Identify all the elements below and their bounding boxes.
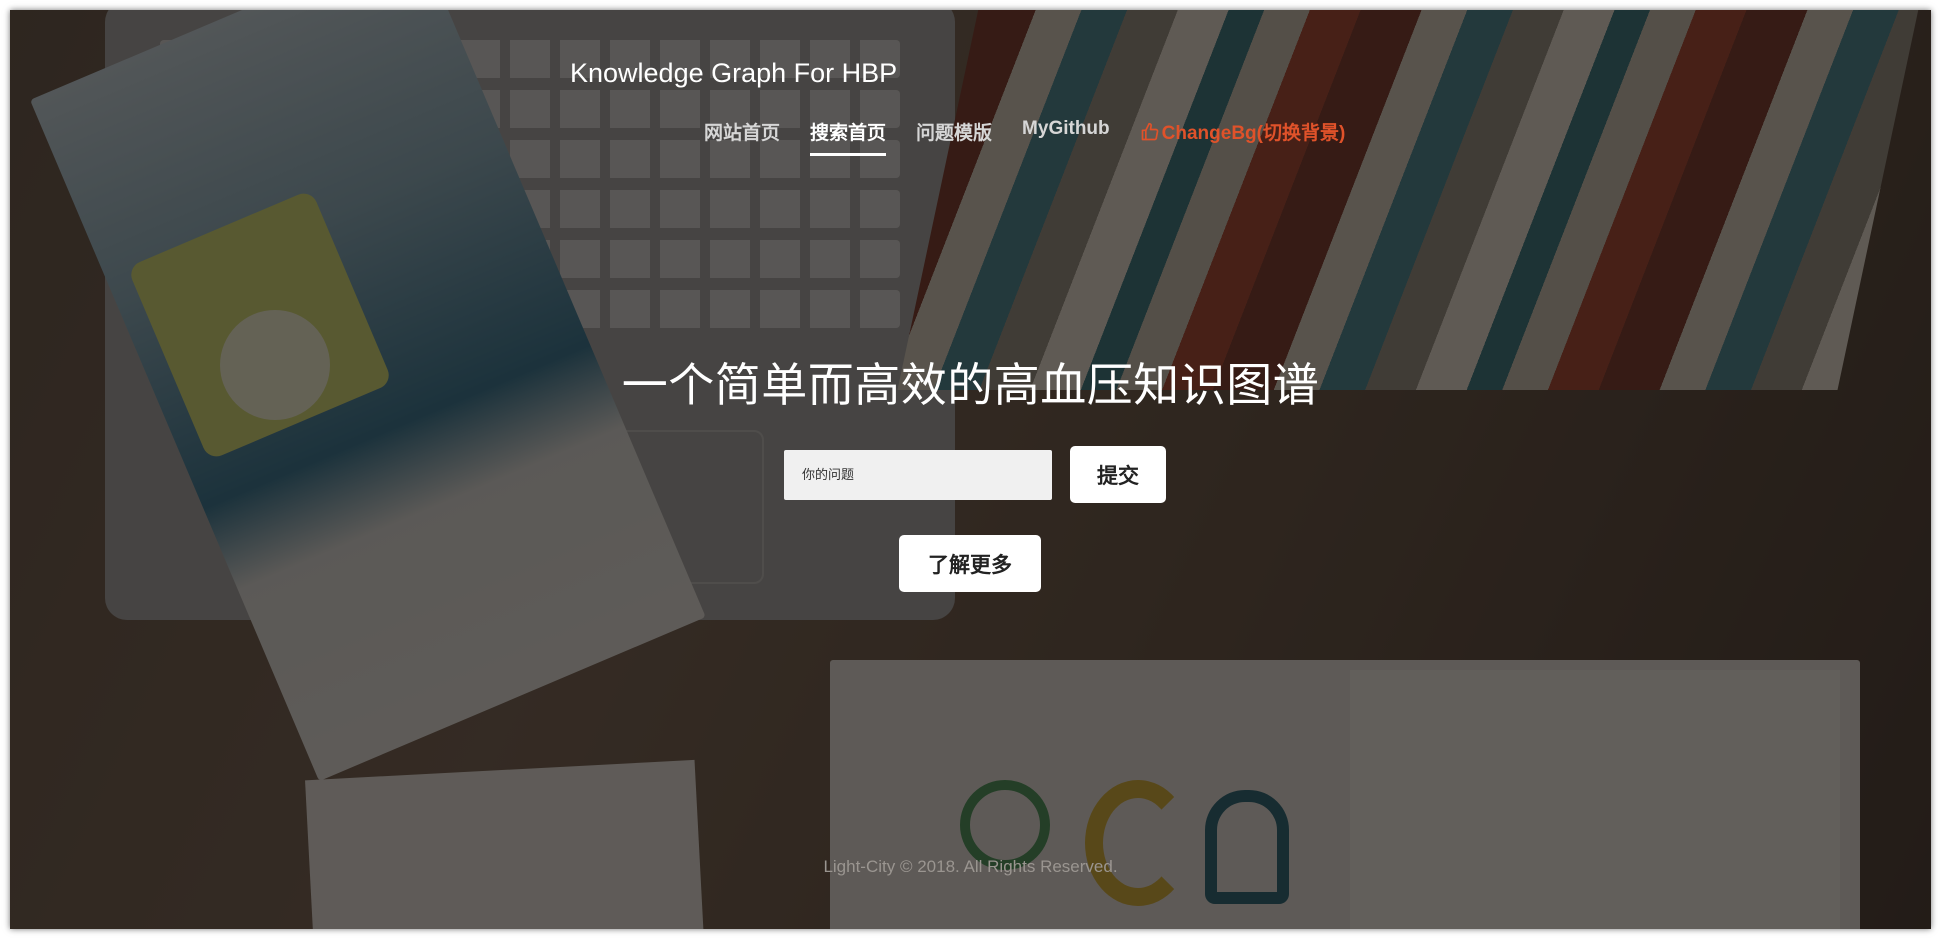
submit-button[interactable]: 提交 bbox=[1070, 446, 1166, 503]
learn-more-button[interactable]: 了解更多 bbox=[899, 535, 1041, 592]
nav-item-question-templates[interactable]: 问题模版 bbox=[916, 118, 992, 156]
question-input[interactable] bbox=[784, 449, 1052, 500]
footer-copyright: Light-City © 2018. All Rights Reserved. bbox=[823, 857, 1118, 876]
thumbs-up-icon bbox=[1141, 122, 1158, 140]
page-frame: Knowledge Graph For HBP 网站首页 搜索首页 问题模版 M… bbox=[10, 10, 1931, 929]
main-nav: 网站首页 搜索首页 问题模版 MyGithub ChangeBg(切换背景) bbox=[704, 118, 1345, 156]
question-form: 提交 bbox=[784, 446, 1166, 503]
nav-item-change-background[interactable]: ChangeBg(切换背景) bbox=[1140, 118, 1346, 156]
nav-item-mygithub[interactable]: MyGithub bbox=[1022, 118, 1110, 156]
site-title[interactable]: Knowledge Graph For HBP bbox=[570, 58, 897, 89]
change-background-label: ChangeBg(切换背景) bbox=[1161, 123, 1346, 144]
hero-headline: 一个简单而高效的高血压知识图谱 bbox=[621, 359, 1320, 411]
nav-item-home[interactable]: 网站首页 bbox=[704, 118, 780, 156]
nav-item-search-home[interactable]: 搜索首页 bbox=[810, 118, 887, 156]
